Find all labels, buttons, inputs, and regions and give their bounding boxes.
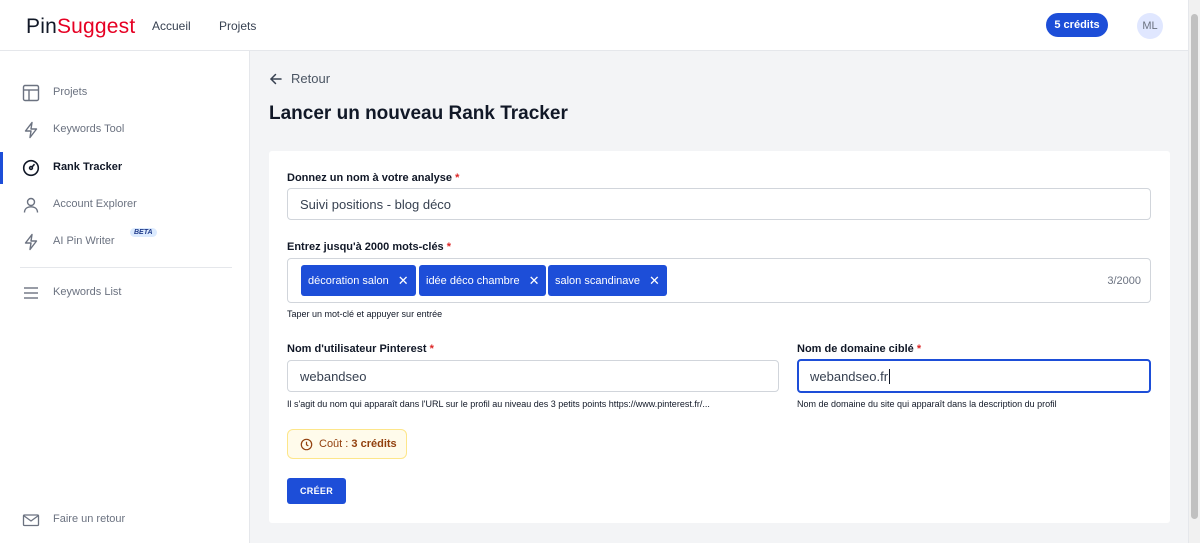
- nav-link-accueil[interactable]: Accueil: [152, 19, 191, 33]
- keywords-input[interactable]: décoration salon ✕ idée déco chambre ✕ sal…: [287, 258, 1151, 303]
- analysis-name-label: Donnez un nom à votre analyse *: [287, 172, 459, 184]
- keyword-tag: idée déco chambre ✕: [419, 265, 547, 296]
- user-icon: [23, 197, 39, 213]
- sidebar-item-keywords-tool[interactable]: Keywords Tool: [0, 114, 249, 146]
- sidebar: Projets Keywords Tool Rank Tracker Accou…: [0, 51, 250, 543]
- pinterest-username-label-text: Nom d'utilisateur Pinterest: [287, 343, 427, 355]
- layout-icon: [22, 84, 40, 102]
- keywords-label-text: Entrez jusqu'à 2000 mots-clés: [287, 241, 444, 253]
- keywords-label: Entrez jusqu'à 2000 mots-clés *: [287, 241, 451, 253]
- cost-prefix: Coût :: [319, 438, 349, 450]
- cost-value: 3 crédits: [351, 438, 397, 450]
- required-marker: *: [455, 172, 460, 184]
- keywords-help-text: Taper un mot-clé et appuyer sur entrée: [287, 309, 443, 319]
- required-marker: *: [429, 343, 434, 355]
- domain-help-text: Nom de domaine du site qui apparaît dans…: [797, 399, 1057, 409]
- sidebar-item-label: Projets: [53, 86, 88, 98]
- scrollbar-thumb[interactable]: [1191, 14, 1198, 519]
- gauge-icon: [22, 159, 40, 177]
- close-icon[interactable]: ✕: [398, 274, 409, 287]
- domain-input-value: webandseo.fr: [810, 368, 889, 384]
- sidebar-item-account-explorer[interactable]: Account Explorer: [0, 189, 249, 221]
- sidebar-divider: [20, 267, 232, 268]
- clock-icon: [300, 438, 313, 450]
- close-icon[interactable]: ✕: [649, 274, 660, 287]
- arrow-left-icon: [270, 73, 282, 84]
- pinterest-username-input[interactable]: webandseo: [287, 360, 779, 392]
- keyword-tag: salon scandinave ✕: [548, 265, 667, 296]
- domain-input[interactable]: webandseo.fr: [797, 359, 1151, 393]
- analysis-name-input[interactable]: Suivi positions - blog déco: [287, 188, 1151, 220]
- avatar[interactable]: ML: [1137, 13, 1163, 39]
- logo[interactable]: PinSuggest: [26, 15, 135, 39]
- analysis-name-label-text: Donnez un nom à votre analyse: [287, 172, 453, 184]
- logo-text-pin: Pin: [26, 15, 57, 38]
- keyword-tag-label: idée déco chambre: [426, 274, 520, 287]
- nav-link-projets[interactable]: Projets: [219, 19, 256, 33]
- sidebar-item-label: Rank Tracker: [53, 161, 123, 173]
- sidebar-item-feedback[interactable]: Faire un retour: [0, 504, 249, 536]
- sidebar-item-ai-pin-writer[interactable]: AI Pin Writer BETA: [0, 226, 249, 258]
- back-link[interactable]: Retour: [269, 71, 330, 86]
- text-caret: [889, 368, 891, 384]
- sidebar-item-keywords-list[interactable]: Keywords List: [0, 277, 249, 309]
- page-title: Lancer un nouveau Rank Tracker: [269, 103, 568, 124]
- required-marker: *: [916, 343, 922, 355]
- form-card: Donnez un nom à votre analyse * Suivi po…: [269, 151, 1170, 523]
- top-header: PinSuggest Accueil Projets 5 crédits ML: [0, 0, 1188, 51]
- lightning-icon: [24, 121, 38, 139]
- credits-button[interactable]: 5 crédits: [1046, 13, 1108, 37]
- keyword-counter: 3/2000: [1107, 275, 1141, 287]
- active-indicator: [0, 152, 3, 184]
- close-icon[interactable]: ✕: [529, 274, 540, 287]
- sidebar-item-label: Faire un retour: [53, 513, 126, 525]
- create-button[interactable]: CRÉER: [287, 478, 346, 504]
- pinterest-username-label: Nom d'utilisateur Pinterest *: [287, 343, 434, 355]
- sidebar-item-label: AI Pin Writer: [53, 235, 115, 247]
- lightning-icon: [24, 233, 38, 251]
- pinterest-help-text: Il s'agit du nom qui apparaît dans l'URL…: [287, 399, 710, 409]
- sidebar-item-label: Keywords Tool: [53, 123, 125, 135]
- keyword-tag-label: décoration salon: [308, 274, 389, 287]
- sidebar-item-label: Keywords List: [53, 286, 122, 298]
- sidebar-item-rank-tracker[interactable]: Rank Tracker: [0, 152, 249, 184]
- scrollbar[interactable]: [1188, 0, 1200, 543]
- back-link-label: Retour: [291, 71, 331, 86]
- menu-icon: [24, 287, 38, 299]
- required-marker: *: [446, 241, 452, 253]
- keyword-tag-label: salon scandinave: [555, 274, 641, 287]
- sidebar-item-projets[interactable]: Projets: [0, 77, 249, 109]
- mail-icon: [22, 514, 40, 527]
- domain-label: Nom de domaine ciblé *: [797, 343, 921, 355]
- keyword-tag: décoration salon ✕: [301, 265, 416, 296]
- sidebar-item-label: Account Explorer: [53, 198, 137, 210]
- beta-badge: BETA: [130, 228, 157, 237]
- domain-label-text: Nom de domaine ciblé: [797, 343, 914, 355]
- logo-text-suggest: Suggest: [56, 15, 136, 38]
- cost-badge: Coût : 3 crédits: [287, 429, 407, 459]
